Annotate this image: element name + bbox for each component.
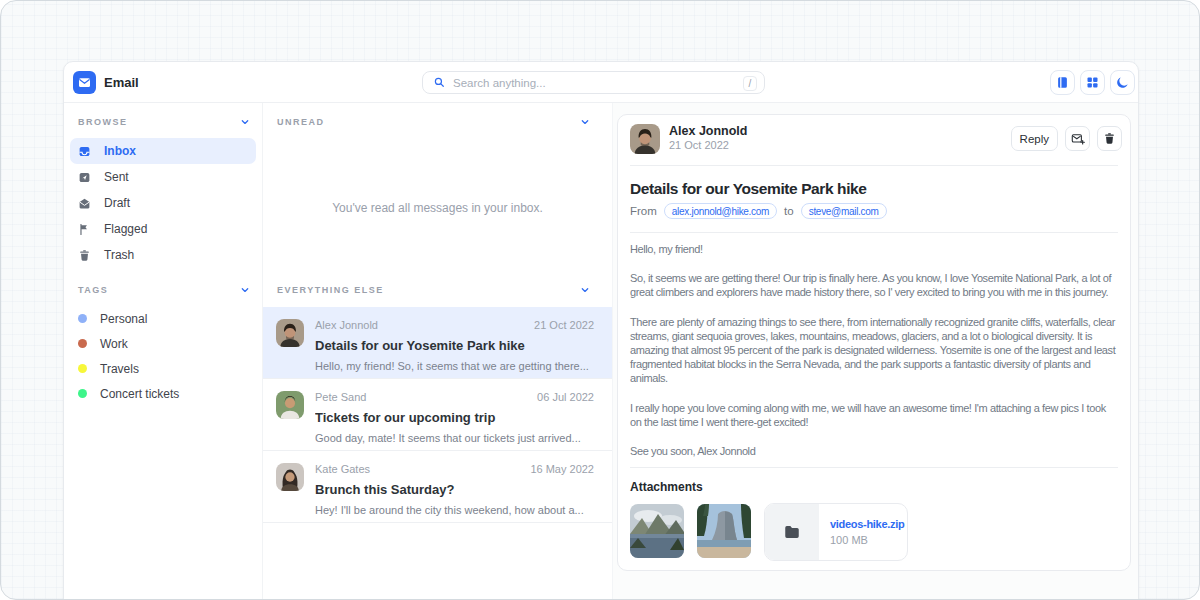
from-email-pill[interactable]: alex.jonnold@hike.com xyxy=(664,203,777,219)
avatar xyxy=(276,463,304,491)
trash-icon xyxy=(1103,132,1116,145)
tag-item-travels[interactable]: Travels xyxy=(70,356,256,381)
email-subject: Brunch this Saturday? xyxy=(315,482,594,497)
unread-empty-message: You've read all messages in your inbox. xyxy=(263,201,612,215)
browse-section-label: BROWSE xyxy=(78,117,128,127)
from-label: From xyxy=(630,205,657,217)
tag-dot xyxy=(78,364,87,373)
detail-sender-name: Alex Jonnold xyxy=(669,124,747,138)
detail-subject: Details for our Yosemite Park hike xyxy=(630,179,1118,198)
email-preview: Good day, mate! It seems that our ticket… xyxy=(315,431,594,445)
tag-dot xyxy=(78,339,87,348)
sidebar-item-draft[interactable]: Draft xyxy=(70,190,256,216)
sent-icon xyxy=(78,171,91,184)
desktop-background: Email / BROWSE xyxy=(0,0,1200,600)
trash-icon xyxy=(78,249,91,262)
flag-icon xyxy=(78,223,91,236)
email-preview: Hello, my friend! So, it seems that we a… xyxy=(315,359,594,373)
book-icon xyxy=(1055,75,1070,90)
mail-plus-icon xyxy=(1071,132,1085,146)
reply-button[interactable]: Reply xyxy=(1011,126,1058,151)
inbox-icon xyxy=(78,145,91,158)
email-body: Hello, my friend! So, it seems we are ge… xyxy=(630,242,1118,458)
email-subject: Tickets for our upcoming trip xyxy=(315,410,594,425)
email-subject: Details for our Yosemite Park hike xyxy=(315,338,594,353)
email-list-item[interactable]: Alex Jonnold 21 Oct 2022 Details for our … xyxy=(263,307,612,379)
everything-else-section-label: EVERYTHING ELSE xyxy=(277,285,384,295)
email-app-window: Email / BROWSE xyxy=(63,61,1139,600)
attachment-file-name[interactable]: videos-hike.zip xyxy=(830,518,904,530)
email-preview: Hey! I'll be around the city this weeken… xyxy=(315,503,594,517)
email-sender: Pete Sand xyxy=(315,391,366,404)
forward-button[interactable] xyxy=(1065,126,1090,151)
attachment-file-card[interactable]: videos-hike.zip 100 MB xyxy=(764,503,908,561)
sidebar: BROWSE Inbox Sent Draft xyxy=(64,103,263,600)
body-paragraph: There are plenty of amazing things to se… xyxy=(630,315,1118,386)
app-logo xyxy=(73,71,96,94)
detail-date: 21 Oct 2022 xyxy=(669,139,747,151)
grid-icon xyxy=(1085,75,1100,90)
email-detail-header: Alex Jonnold 21 Oct 2022 Reply xyxy=(630,124,1118,154)
email-detail-column: Alex Jonnold 21 Oct 2022 Reply Details f… xyxy=(613,103,1138,600)
delete-button[interactable] xyxy=(1097,126,1122,151)
attachment-photo[interactable] xyxy=(697,504,751,558)
email-sender: Alex Jonnold xyxy=(315,319,378,332)
tag-item-work[interactable]: Work xyxy=(70,331,256,356)
email-date: 16 May 2022 xyxy=(530,463,594,476)
dark-mode-button[interactable] xyxy=(1110,70,1135,95)
body-paragraph: Hello, my friend! xyxy=(630,242,1118,256)
message-list-column: UNREAD You've read all messages in your … xyxy=(263,103,613,600)
reading-list-button[interactable] xyxy=(1050,70,1075,95)
email-list-item[interactable]: Pete Sand 06 Jul 2022 Tickets for our upc… xyxy=(263,379,612,451)
chevron-down-icon[interactable] xyxy=(240,117,250,127)
moon-icon xyxy=(1115,75,1130,90)
body-paragraph: See you soon, Alex Jonnold xyxy=(630,444,1118,458)
apps-grid-button[interactable] xyxy=(1080,70,1105,95)
email-detail-card: Alex Jonnold 21 Oct 2022 Reply Details f… xyxy=(617,114,1131,571)
tag-dot xyxy=(78,389,87,398)
search-bar[interactable]: / xyxy=(422,71,765,94)
body-paragraph: So, it seems we are getting there! Our t… xyxy=(630,271,1118,299)
sidebar-item-inbox[interactable]: Inbox xyxy=(70,138,256,164)
avatar xyxy=(276,391,304,419)
avatar xyxy=(630,124,660,154)
app-header: Email / xyxy=(64,62,1138,103)
chevron-down-icon[interactable] xyxy=(580,285,590,295)
tags-list: Personal Work Travels Concert tickets xyxy=(70,306,256,406)
attachment-file-size: 100 MB xyxy=(830,534,904,546)
unread-section-label: UNREAD xyxy=(277,117,325,127)
email-date: 06 Jul 2022 xyxy=(537,391,594,404)
body-paragraph: I really hope you love coming along with… xyxy=(630,401,1118,429)
detail-from-row: From alex.jonnold@hike.com to steve@mail… xyxy=(630,203,1118,219)
email-date: 21 Oct 2022 xyxy=(534,319,594,332)
sidebar-item-sent[interactable]: Sent xyxy=(70,164,256,190)
folder-icon xyxy=(765,504,819,560)
tag-dot xyxy=(78,314,87,323)
search-icon xyxy=(433,76,446,89)
avatar xyxy=(276,319,304,347)
draft-icon xyxy=(78,197,91,210)
attachments-row: videos-hike.zip 100 MB xyxy=(630,504,1118,561)
attachments-label: Attachments xyxy=(630,480,1118,494)
chevron-down-icon[interactable] xyxy=(240,285,250,295)
app-title: Email xyxy=(104,75,139,90)
to-email-pill[interactable]: steve@mail.com xyxy=(801,203,887,219)
email-list: Alex Jonnold 21 Oct 2022 Details for our … xyxy=(263,307,612,523)
attachment-photo[interactable] xyxy=(630,504,684,558)
search-input[interactable] xyxy=(453,77,738,89)
search-shortcut-badge: / xyxy=(743,76,757,91)
envelope-icon xyxy=(77,75,92,90)
tags-section-label: TAGS xyxy=(78,285,108,295)
sidebar-item-flagged[interactable]: Flagged xyxy=(70,216,256,242)
tag-item-personal[interactable]: Personal xyxy=(70,306,256,331)
header-actions xyxy=(1050,70,1135,95)
tag-item-concert-tickets[interactable]: Concert tickets xyxy=(70,381,256,406)
sidebar-nav: Inbox Sent Draft Flagged xyxy=(70,138,256,268)
chevron-down-icon[interactable] xyxy=(580,117,590,127)
email-sender: Kate Gates xyxy=(315,463,370,476)
email-list-item[interactable]: Kate Gates 16 May 2022 Brunch this Saturd… xyxy=(263,451,612,523)
to-label: to xyxy=(784,205,794,217)
sidebar-item-trash[interactable]: Trash xyxy=(70,242,256,268)
